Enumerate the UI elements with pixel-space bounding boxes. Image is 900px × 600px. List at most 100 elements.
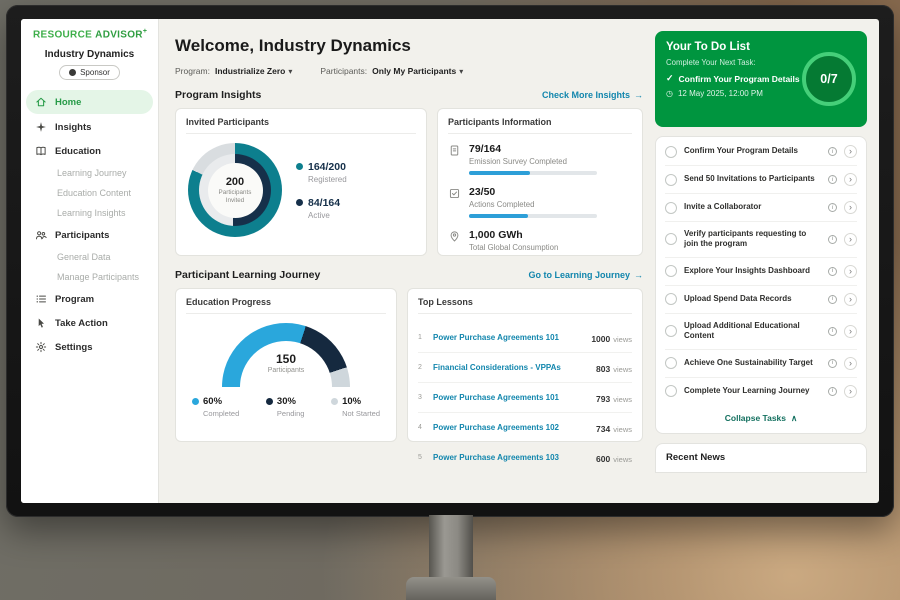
top-lessons-card: Top Lessons 1 Power Purchase Agreements …: [407, 288, 643, 442]
todo-next-task[interactable]: ✓ Confirm Your Program Details: [666, 73, 800, 84]
info-icon: i: [828, 235, 837, 244]
main-content: Welcome, Industry Dynamics Program:Indus…: [159, 19, 653, 503]
task-checkbox[interactable]: [665, 146, 677, 158]
todo-title: Your To Do List: [666, 41, 800, 53]
chevron-right-icon[interactable]: ›: [844, 265, 857, 278]
task-row-achieve-target[interactable]: Achieve One Sustainability Target i ›: [665, 350, 857, 378]
active-label: Active: [308, 211, 347, 220]
page-title: Welcome, Industry Dynamics: [175, 36, 643, 56]
chevron-right-icon[interactable]: ›: [844, 201, 857, 214]
task-checkbox[interactable]: [665, 174, 677, 186]
task-row-verify-participants[interactable]: Verify participants requesting to join t…: [665, 222, 857, 258]
task-row-complete-learning-journey[interactable]: Complete Your Learning Journey i ›: [665, 378, 857, 405]
task-row-invite-collaborator[interactable]: Invite a Collaborator i ›: [665, 194, 857, 222]
collapse-tasks-label: Collapse Tasks: [725, 413, 786, 423]
stat-label: Emission Survey Completed: [469, 157, 597, 166]
lesson-link[interactable]: Power Purchase Agreements 101: [433, 333, 584, 342]
sidebar-item-program[interactable]: Program: [21, 287, 158, 311]
invited-legend: 164/200 Registered 84/164 Active: [296, 161, 347, 220]
completed-dot: [192, 398, 199, 405]
task-checkbox[interactable]: [665, 325, 677, 337]
task-checkbox[interactable]: [665, 385, 677, 397]
task-row-upload-spend-data[interactable]: Upload Spend Data Records i ›: [665, 286, 857, 314]
not-started-value: 10%: [342, 396, 361, 407]
chevron-right-icon[interactable]: ›: [844, 173, 857, 186]
task-row-upload-educational-content[interactable]: Upload Additional Educational Content i …: [665, 314, 857, 350]
task-row-confirm-program[interactable]: Confirm Your Program Details i ›: [665, 138, 857, 166]
program-filter[interactable]: Program:Industrialize Zero▾: [175, 66, 292, 76]
org-name: Industry Dynamics: [21, 49, 158, 60]
invited-participants-card: Invited Participants 200 Participants In…: [175, 108, 427, 256]
gauge-label: Participants: [222, 367, 350, 374]
link-label: Go to Learning Journey: [528, 270, 630, 280]
lesson-rank: 4: [418, 424, 426, 431]
chevron-right-icon[interactable]: ›: [844, 325, 857, 338]
chevron-down-icon: ▾: [459, 67, 463, 76]
recent-news-card: Recent News: [655, 443, 867, 473]
collapse-tasks-button[interactable]: Collapse Tasks ∧: [665, 405, 857, 432]
task-checkbox[interactable]: [665, 357, 677, 369]
home-icon: [35, 96, 47, 108]
stat-value: 1,000 GWh: [469, 229, 558, 241]
program-insights-header: Program Insights Check More Insights →: [175, 89, 643, 101]
chevron-right-icon[interactable]: ›: [844, 357, 857, 370]
education-legend: 60% Completed 30% Pending 10% Not Starte…: [186, 396, 386, 418]
pending-label: Pending: [277, 409, 305, 418]
lesson-link[interactable]: Power Purchase Agreements 103: [433, 453, 589, 462]
card-title: Education Progress: [186, 297, 386, 314]
task-label: Explore Your Insights Dashboard: [684, 266, 821, 276]
sidebar-item-manage-participants[interactable]: Manage Participants: [21, 267, 158, 287]
sidebar-item-take-action[interactable]: Take Action: [21, 311, 158, 335]
go-to-learning-journey-link[interactable]: Go to Learning Journey →: [528, 270, 643, 280]
sidebar-item-label: Take Action: [55, 318, 108, 329]
views-value: 1000: [591, 334, 610, 344]
task-checkbox[interactable]: [665, 233, 677, 245]
sidebar-item-settings[interactable]: Settings: [21, 335, 158, 359]
registered-label: Registered: [308, 175, 347, 184]
progress-bar-fill: [469, 214, 528, 218]
task-checkbox[interactable]: [665, 293, 677, 305]
invited-center-value: 200: [226, 176, 244, 188]
info-icon: i: [828, 295, 837, 304]
sidebar-item-learning-journey[interactable]: Learning Journey: [21, 163, 158, 183]
task-row-explore-insights[interactable]: Explore Your Insights Dashboard i ›: [665, 258, 857, 286]
sidebar-item-insights[interactable]: Insights: [21, 115, 158, 139]
info-icon: i: [828, 175, 837, 184]
progress-bar: [469, 171, 597, 175]
sidebar-item-learning-insights[interactable]: Learning Insights: [21, 203, 158, 223]
chevron-right-icon[interactable]: ›: [844, 233, 857, 246]
views-value: 803: [596, 364, 610, 374]
sidebar-item-participants[interactable]: Participants: [21, 223, 158, 247]
sidebar-item-label: Program: [55, 294, 94, 305]
sidebar-item-home[interactable]: Home: [26, 90, 153, 114]
chevron-down-icon: ▾: [288, 67, 292, 76]
lesson-views: 734views: [596, 419, 632, 437]
completed-value: 60%: [203, 396, 222, 407]
sidebar-item-education[interactable]: Education: [21, 139, 158, 163]
education-progress-card: Education Progress 150 Participants 60% …: [175, 288, 397, 442]
sidebar-item-label: Participants: [55, 230, 109, 241]
task-row-send-invitations[interactable]: Send 50 Invitations to Participants i ›: [665, 166, 857, 194]
chevron-right-icon[interactable]: ›: [844, 145, 857, 158]
todo-panel: Your To Do List Complete Your Next Task:…: [653, 19, 879, 503]
sponsor-icon: [69, 69, 76, 76]
check-more-insights-link[interactable]: Check More Insights →: [542, 90, 643, 100]
task-label: Upload Additional Educational Content: [684, 321, 821, 342]
task-label: Upload Spend Data Records: [684, 294, 821, 304]
stat-global-consumption: 1,000 GWh Total Global Consumption: [448, 229, 632, 252]
lesson-link[interactable]: Financial Considerations - VPPAs: [433, 363, 589, 372]
task-checkbox[interactable]: [665, 202, 677, 214]
program-filter-label: Program:: [175, 66, 210, 76]
lesson-link[interactable]: Power Purchase Agreements 102: [433, 423, 589, 432]
chevron-right-icon[interactable]: ›: [844, 385, 857, 398]
sidebar-item-education-content[interactable]: Education Content: [21, 183, 158, 203]
sidebar-item-general-data[interactable]: General Data: [21, 247, 158, 267]
task-checkbox[interactable]: [665, 265, 677, 277]
registered-dot: [296, 163, 303, 170]
lesson-link[interactable]: Power Purchase Agreements 101: [433, 393, 589, 402]
participants-filter[interactable]: Participants:Only My Participants▾: [320, 66, 463, 76]
chevron-right-icon[interactable]: ›: [844, 293, 857, 306]
pending-value: 30%: [277, 396, 296, 407]
logo-word-resource: RESOURCE: [33, 29, 92, 40]
invited-donut-wrap: 200 Participants Invited 164/200 Registe…: [186, 143, 416, 237]
